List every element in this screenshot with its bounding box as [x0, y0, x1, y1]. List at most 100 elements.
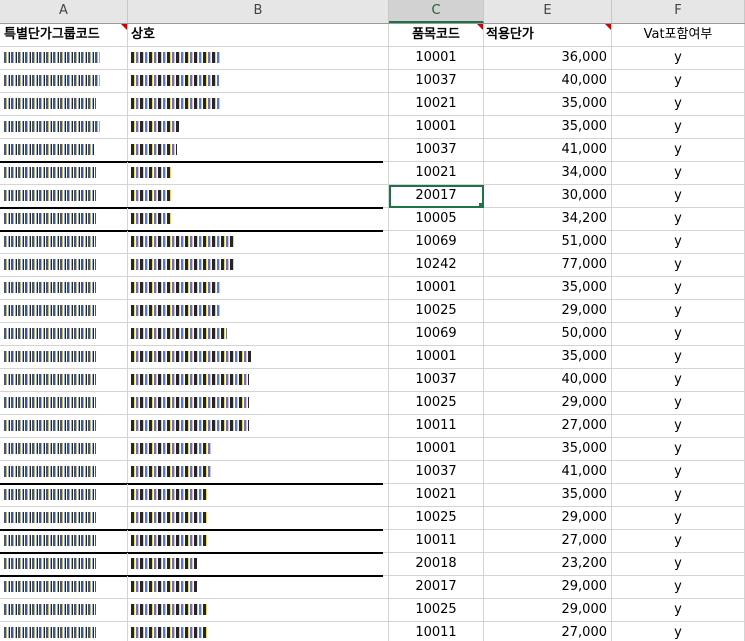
cell-vat[interactable]: y: [612, 323, 745, 346]
cell-company[interactable]: [128, 231, 389, 254]
cell-vat[interactable]: y: [612, 392, 745, 415]
cell-vat[interactable]: y: [612, 300, 745, 323]
cell-vat[interactable]: y: [612, 70, 745, 93]
cell-company[interactable]: [128, 300, 389, 323]
cell-item-code[interactable]: 10069: [389, 323, 484, 346]
cell-vat[interactable]: y: [612, 369, 745, 392]
cell-company[interactable]: [128, 162, 389, 185]
cell-group-code[interactable]: [0, 162, 128, 185]
cell-item-code[interactable]: 10037: [389, 70, 484, 93]
header-cell-company[interactable]: 상호: [128, 24, 389, 47]
cell-price[interactable]: 40,000: [484, 369, 612, 392]
cell-vat[interactable]: y: [612, 507, 745, 530]
cell-item-code[interactable]: 10025: [389, 392, 484, 415]
cell-vat[interactable]: y: [612, 553, 745, 576]
cell-price[interactable]: 23,200: [484, 553, 612, 576]
cell-price[interactable]: 29,000: [484, 599, 612, 622]
cell-vat[interactable]: y: [612, 277, 745, 300]
cell-company[interactable]: [128, 208, 389, 231]
cell-price[interactable]: 35,000: [484, 346, 612, 369]
cell-company[interactable]: [128, 576, 389, 599]
cell-item-code[interactable]: 10025: [389, 599, 484, 622]
cell-company[interactable]: [128, 415, 389, 438]
cell-vat[interactable]: y: [612, 231, 745, 254]
cell-group-code[interactable]: [0, 438, 128, 461]
cell-vat[interactable]: y: [612, 185, 745, 208]
cell-price[interactable]: 35,000: [484, 438, 612, 461]
cell-company[interactable]: [128, 622, 389, 641]
cell-group-code[interactable]: [0, 392, 128, 415]
cell-group-code[interactable]: [0, 185, 128, 208]
cell-company[interactable]: [128, 323, 389, 346]
cell-item-code[interactable]: 10069: [389, 231, 484, 254]
cell-company[interactable]: [128, 507, 389, 530]
cell-price[interactable]: 27,000: [484, 622, 612, 641]
cell-group-code[interactable]: [0, 208, 128, 231]
cell-group-code[interactable]: [0, 300, 128, 323]
cell-group-code[interactable]: [0, 553, 128, 576]
column-header-a[interactable]: A: [0, 0, 128, 23]
cell-vat[interactable]: y: [612, 576, 745, 599]
cell-price[interactable]: 29,000: [484, 392, 612, 415]
cell-company[interactable]: [128, 438, 389, 461]
cell-item-code[interactable]: 20018: [389, 553, 484, 576]
cell-item-code[interactable]: 10025: [389, 507, 484, 530]
cell-vat[interactable]: y: [612, 254, 745, 277]
cell-item-code[interactable]: 10001: [389, 346, 484, 369]
cell-company[interactable]: [128, 484, 389, 507]
cell-company[interactable]: [128, 461, 389, 484]
cell-group-code[interactable]: [0, 415, 128, 438]
cell-price[interactable]: 35,000: [484, 277, 612, 300]
cell-price[interactable]: 29,000: [484, 300, 612, 323]
cell-price[interactable]: 36,000: [484, 47, 612, 70]
cell-group-code[interactable]: [0, 47, 128, 70]
header-cell-group-code[interactable]: 특별단가그룹코드: [0, 24, 128, 47]
header-cell-vat[interactable]: Vat포함여부: [612, 24, 745, 47]
cell-company[interactable]: [128, 254, 389, 277]
cell-company[interactable]: [128, 599, 389, 622]
header-cell-item-code[interactable]: 품목코드: [389, 24, 484, 47]
cell-company[interactable]: [128, 277, 389, 300]
cell-vat[interactable]: y: [612, 622, 745, 641]
cell-item-code[interactable]: 10011: [389, 415, 484, 438]
cell-item-code[interactable]: 20017: [389, 185, 484, 208]
cell-price[interactable]: 50,000: [484, 323, 612, 346]
cell-item-code[interactable]: 20017: [389, 576, 484, 599]
cell-group-code[interactable]: [0, 323, 128, 346]
cell-group-code[interactable]: [0, 277, 128, 300]
cell-item-code[interactable]: 10001: [389, 277, 484, 300]
cell-company[interactable]: [128, 116, 389, 139]
cell-vat[interactable]: y: [612, 47, 745, 70]
cell-vat[interactable]: y: [612, 599, 745, 622]
cell-price[interactable]: 29,000: [484, 507, 612, 530]
cell-group-code[interactable]: [0, 576, 128, 599]
cell-group-code[interactable]: [0, 599, 128, 622]
cell-price[interactable]: 41,000: [484, 461, 612, 484]
cell-company[interactable]: [128, 369, 389, 392]
cell-price[interactable]: 35,000: [484, 93, 612, 116]
cell-group-code[interactable]: [0, 369, 128, 392]
cell-group-code[interactable]: [0, 254, 128, 277]
cell-vat[interactable]: y: [612, 208, 745, 231]
cell-vat[interactable]: y: [612, 346, 745, 369]
cell-group-code[interactable]: [0, 461, 128, 484]
cell-item-code[interactable]: 10001: [389, 438, 484, 461]
cell-company[interactable]: [128, 70, 389, 93]
cell-item-code[interactable]: 10021: [389, 162, 484, 185]
cell-vat[interactable]: y: [612, 93, 745, 116]
column-header-e[interactable]: E: [484, 0, 612, 23]
cell-group-code[interactable]: [0, 622, 128, 641]
cell-group-code[interactable]: [0, 93, 128, 116]
cell-price[interactable]: 35,000: [484, 484, 612, 507]
cell-price[interactable]: 35,000: [484, 116, 612, 139]
cell-group-code[interactable]: [0, 70, 128, 93]
cell-company[interactable]: [128, 392, 389, 415]
cell-item-code[interactable]: 10011: [389, 622, 484, 641]
cell-vat[interactable]: y: [612, 438, 745, 461]
cell-vat[interactable]: y: [612, 162, 745, 185]
cell-price[interactable]: 34,200: [484, 208, 612, 231]
cell-item-code[interactable]: 10011: [389, 530, 484, 553]
column-header-c[interactable]: C: [389, 0, 484, 23]
cell-item-code[interactable]: 10001: [389, 116, 484, 139]
cell-group-code[interactable]: [0, 231, 128, 254]
